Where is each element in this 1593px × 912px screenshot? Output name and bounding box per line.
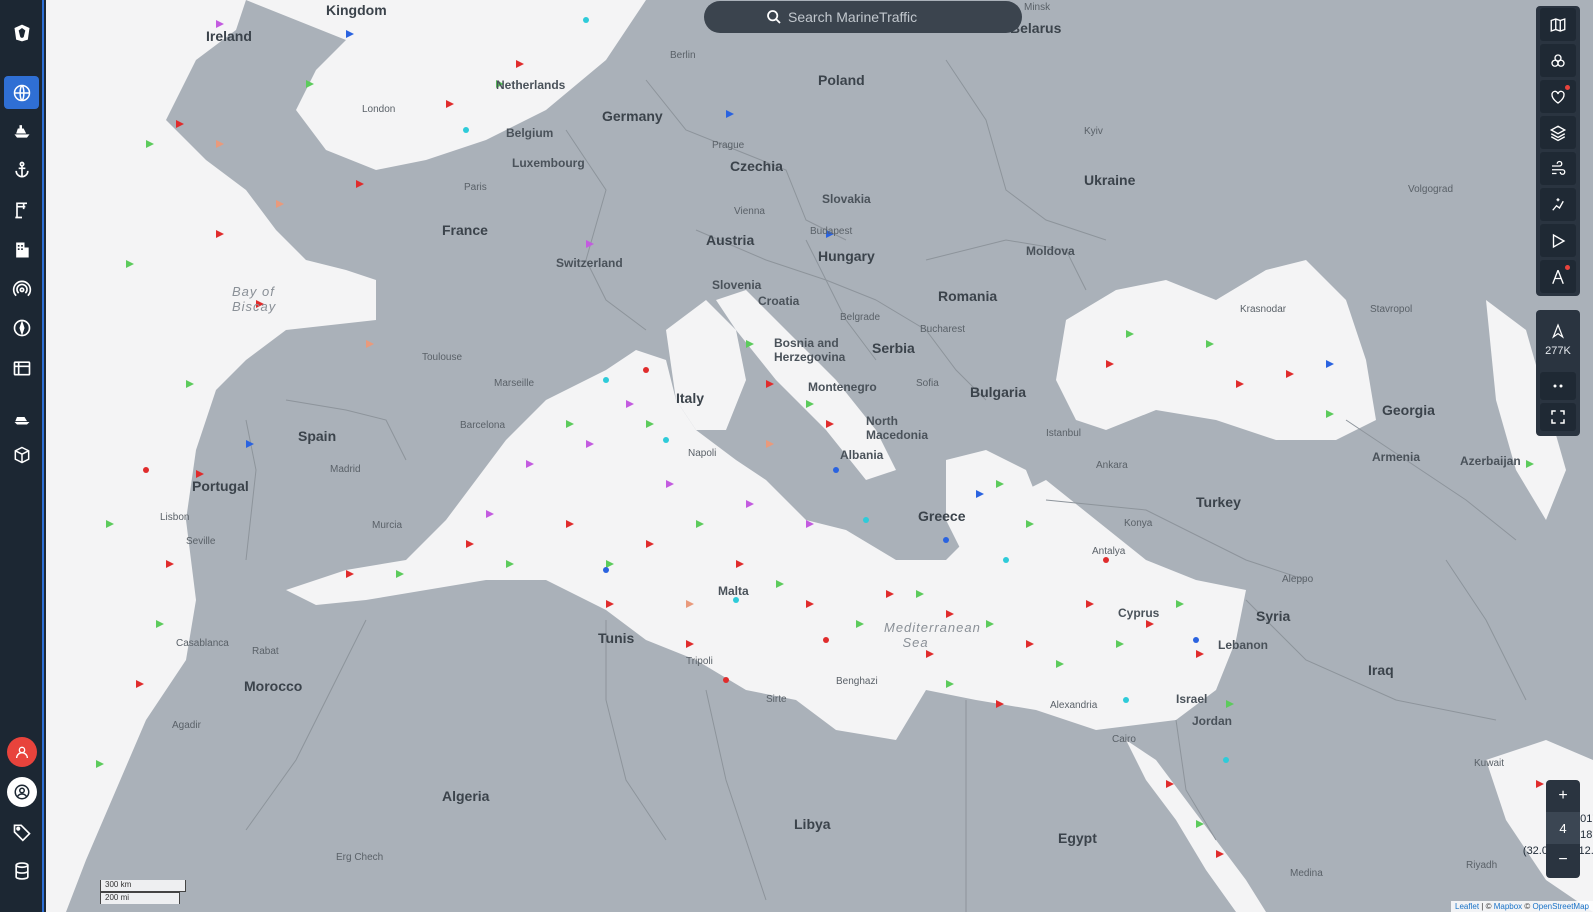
more-icon[interactable] <box>1540 372 1576 400</box>
scale-mi: 200 mi <box>100 892 180 904</box>
play-icon[interactable] <box>1540 224 1576 257</box>
marinetraffic-app: Ireland Kingdom Germany France Spain Por… <box>0 0 1593 912</box>
measure-icon[interactable] <box>1540 260 1576 293</box>
filter-icon[interactable] <box>1540 44 1576 77</box>
search-icon[interactable] <box>766 9 782 25</box>
search-bar[interactable] <box>704 1 1022 33</box>
port-crane-icon[interactable] <box>4 193 39 226</box>
right-toolbar-secondary: 277K <box>1536 310 1580 436</box>
globe-icon[interactable] <box>4 76 39 109</box>
vessel-count: 277K <box>1545 345 1571 357</box>
user-alert-icon[interactable] <box>4 735 39 768</box>
antenna-icon[interactable] <box>4 272 39 305</box>
map-icon[interactable] <box>1540 8 1576 41</box>
fullscreen-icon[interactable] <box>1540 403 1576 431</box>
attribution-sep: | © <box>1479 902 1494 911</box>
right-toolbar <box>1536 6 1580 296</box>
weather-icon[interactable] <box>1540 152 1576 185</box>
map-canvas[interactable]: Ireland Kingdom Germany France Spain Por… <box>46 0 1593 912</box>
map-layer <box>46 0 1593 912</box>
osm-link[interactable]: OpenStreetMap <box>1533 902 1589 911</box>
anchor-icon[interactable] <box>4 153 39 186</box>
left-nav <box>0 0 44 912</box>
logo-icon[interactable] <box>4 16 39 49</box>
leaflet-link[interactable]: Leaflet <box>1455 902 1479 911</box>
zoom-control: + 4 − <box>1546 780 1580 878</box>
calendar-icon[interactable] <box>4 351 39 384</box>
map-attribution: Leaflet | © Mapbox © OpenStreetMap <box>1451 901 1593 912</box>
box-icon[interactable] <box>4 438 39 471</box>
attribution-sep: © <box>1522 902 1533 911</box>
density-icon[interactable] <box>1540 188 1576 221</box>
mapbox-link[interactable]: Mapbox <box>1494 902 1522 911</box>
search-input[interactable] <box>788 9 1008 25</box>
user-icon[interactable] <box>4 775 39 808</box>
zoom-level: 4 <box>1546 812 1580 844</box>
heart-icon[interactable] <box>1540 80 1576 113</box>
notification-dot <box>1565 265 1570 270</box>
vessel-arrow-icon <box>1552 323 1564 339</box>
scale-km: 300 km <box>100 880 186 892</box>
database-icon[interactable] <box>4 854 39 887</box>
map-scale: 300 km 200 mi <box>100 880 186 904</box>
ship-fleet-icon[interactable] <box>4 400 39 433</box>
ship-icon[interactable] <box>4 114 39 147</box>
tag-icon[interactable] <box>4 815 39 848</box>
building-icon[interactable] <box>4 233 39 266</box>
compass-icon[interactable] <box>4 311 39 344</box>
notification-dot <box>1565 85 1570 90</box>
zoom-in-button[interactable]: + <box>1546 780 1580 812</box>
vessel-count-button[interactable]: 277K <box>1536 310 1580 370</box>
zoom-out-button[interactable]: − <box>1546 844 1580 876</box>
borders <box>245 59 1527 912</box>
layers-icon[interactable] <box>1540 116 1576 149</box>
